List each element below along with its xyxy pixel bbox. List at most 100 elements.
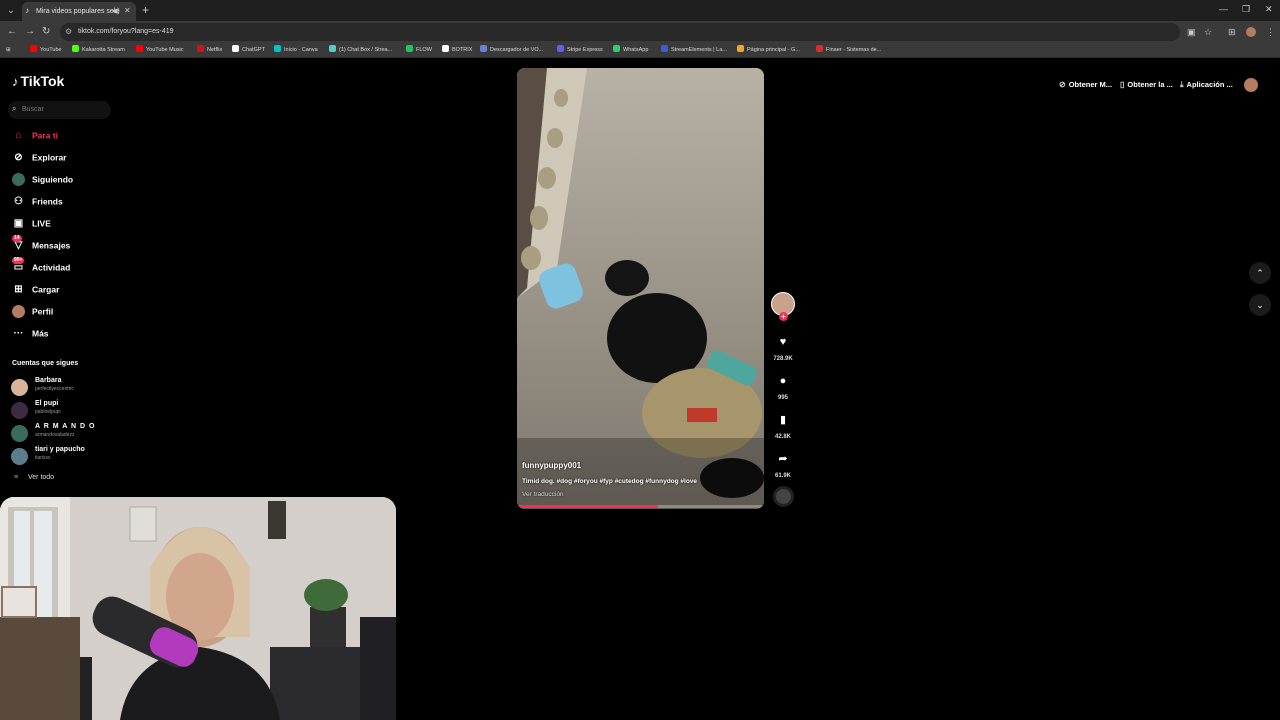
bookmark-favicon-icon [737, 45, 744, 52]
video-description: Timid dog. #dog #foryou #fyp #cutedog #f… [522, 478, 698, 485]
bookmark-item[interactable]: Finaer - Sistemas de... [816, 45, 881, 55]
bookmark-favicon-icon [136, 45, 143, 52]
browser-toolbar: ← → ↻ ⚙ tiktok.com/foryou?lang=es-419 ▣ … [0, 21, 1280, 43]
video-player[interactable]: funnypuppy001 Timid dog. #dog #foryou #f… [517, 68, 764, 509]
browser-tab[interactable]: ♪ Mira videos populares sele ◀) ✕ [22, 2, 136, 21]
search-input[interactable]: ⌕ Buscar [8, 101, 111, 119]
bookmark-item[interactable]: Página principal - G... [737, 45, 800, 55]
reload-icon[interactable]: ↻ [42, 26, 50, 38]
nav-mensajes[interactable]: ▽ 14 Mensajes [12, 235, 70, 253]
nav-perfil[interactable]: Perfil [12, 305, 53, 319]
nav-para-ti[interactable]: ⌂ Para ti [12, 129, 58, 143]
bookmark-item[interactable]: BOTRIX [442, 45, 472, 55]
bookmark-star-icon[interactable]: ☆ [1204, 27, 1212, 38]
account-handle: armandovaladezz [35, 432, 75, 438]
bookmark-favicon-icon [406, 45, 413, 52]
browser-menu-icon[interactable]: ⋮ [1266, 27, 1275, 38]
tiktok-note-icon: ♪ [12, 74, 19, 89]
back-icon[interactable]: ← [7, 26, 17, 38]
chevron-up-icon: ⌃ [1256, 268, 1264, 278]
webcam-overlay [0, 497, 396, 720]
tab-close-icon[interactable]: ✕ [124, 6, 131, 15]
account-name: tiari y papucho [35, 446, 85, 453]
nav-live[interactable]: ▣ LIVE [12, 217, 51, 231]
new-tab-button[interactable]: + [142, 3, 149, 17]
bookmark-item[interactable]: Descargador de VO... [480, 45, 543, 55]
nav-cargar[interactable]: ⊞ Cargar [12, 283, 59, 297]
get-app-button[interactable]: ▯ Obtener la ... [1120, 78, 1173, 92]
music-disc-icon[interactable] [773, 486, 794, 507]
bookmark-item[interactable]: FLOW [406, 45, 432, 55]
bookmark-favicon-icon [816, 45, 823, 52]
share-button[interactable]: ➦ 61.9K [771, 448, 795, 479]
account-name: A R M A N D O [35, 423, 96, 430]
close-window-button[interactable]: ✕ [1265, 4, 1273, 15]
bookmark-item[interactable]: Netflix [197, 45, 222, 55]
url-bar[interactable]: ⚙ tiktok.com/foryou?lang=es-419 [60, 23, 1180, 41]
live-icon: ▣ [13, 218, 24, 229]
nav-actividad[interactable]: ▭ 99+ Actividad [12, 257, 70, 275]
restore-button[interactable]: ❐ [1242, 4, 1250, 15]
bookmark-item[interactable]: Kakarotta Stream [72, 45, 125, 55]
share-count: 61.9K [774, 473, 791, 479]
tiktok-favicon-icon: ♪ [25, 6, 29, 15]
save-button[interactable]: ▮ 42.8K [771, 409, 795, 440]
get-coins-button[interactable]: ⊘ Obtener M... [1059, 78, 1112, 92]
webcam-image [0, 497, 396, 720]
bookmark-item[interactable]: Stripe Express [557, 45, 603, 55]
activity-icon: ▭ 99+ [12, 257, 25, 273]
bookmark-item[interactable]: WhatsApp [613, 45, 648, 55]
bookmark-item[interactable]: ChatGPT [232, 45, 265, 55]
previous-video-button[interactable]: ⌃ [1249, 262, 1271, 284]
phone-icon: ▯ [1120, 80, 1125, 89]
bookmark-icon: ▮ [779, 414, 787, 426]
video-progress-bar[interactable] [517, 505, 764, 508]
bookmark-item[interactable]: (1) Chat Box / Strea... [329, 45, 392, 55]
extensions-icon[interactable]: ⊞ [1228, 27, 1236, 38]
tab-search-icon[interactable]: ⌄ [4, 4, 18, 17]
following-section-title: Cuentas que sigues [12, 360, 79, 367]
more-icon: ··· [13, 328, 24, 339]
list-icon: ≡ [14, 474, 19, 481]
nav-friends[interactable]: ⚇ Friends [12, 195, 63, 209]
avatar [11, 448, 28, 465]
avatar [11, 402, 28, 419]
coin-icon: ⊘ [1059, 80, 1066, 89]
translate-link[interactable]: Ver traducción [522, 491, 564, 498]
account-name: El pupi [35, 400, 59, 407]
messages-badge: 14 [12, 235, 22, 242]
profile-avatar[interactable] [1244, 78, 1258, 92]
minimize-button[interactable]: — [1219, 4, 1228, 14]
bookmark-item[interactable]: StreamElements | La... [661, 45, 727, 55]
bookmark-item[interactable]: YouTube [30, 45, 62, 55]
forward-icon[interactable]: → [25, 26, 35, 38]
video-author[interactable]: funnypuppy001 [522, 461, 581, 470]
desktop-app-button[interactable]: ⤓ Aplicación ... [1180, 78, 1233, 92]
follow-plus-icon[interactable]: + [779, 312, 788, 321]
nav-siguiendo[interactable]: Siguiendo [12, 173, 73, 187]
comment-button[interactable]: ● 995 [771, 370, 795, 401]
bookmark-favicon-icon [661, 45, 668, 52]
avatar [11, 425, 28, 442]
share-icon: ➦ [778, 453, 788, 465]
apps-icon[interactable]: ⊞ [6, 45, 11, 55]
url-text: tiktok.com/foryou?lang=es-419 [78, 28, 174, 35]
bookmark-favicon-icon [197, 45, 204, 52]
nav-explorar[interactable]: ⊘ Explorar [12, 151, 66, 165]
bookmark-favicon-icon [613, 45, 620, 52]
browser-profile-avatar[interactable] [1246, 27, 1256, 37]
tiktok-logo[interactable]: ♪ TikTok [12, 73, 64, 89]
see-all-link[interactable]: ≡ Ver todo [14, 474, 54, 481]
bookmark-item[interactable]: Inicio - Canva [274, 45, 318, 55]
nav-mas[interactable]: ··· Más [12, 327, 49, 341]
next-video-button[interactable]: ⌄ [1249, 294, 1271, 316]
like-button[interactable]: ♥ 728.9K [771, 331, 795, 362]
audio-playing-icon[interactable]: ◀) [112, 7, 120, 15]
bookmarks-bar: ⊞ YouTube Kakarotta Stream YouTube Music… [0, 43, 1280, 58]
comment-icon: ● [779, 375, 787, 387]
install-app-icon[interactable]: ▣ [1187, 27, 1196, 38]
bookmark-item[interactable]: YouTube Music [136, 45, 184, 55]
avatar [11, 379, 28, 396]
site-info-icon[interactable]: ⚙ [65, 27, 72, 36]
bookmark-favicon-icon [72, 45, 79, 52]
